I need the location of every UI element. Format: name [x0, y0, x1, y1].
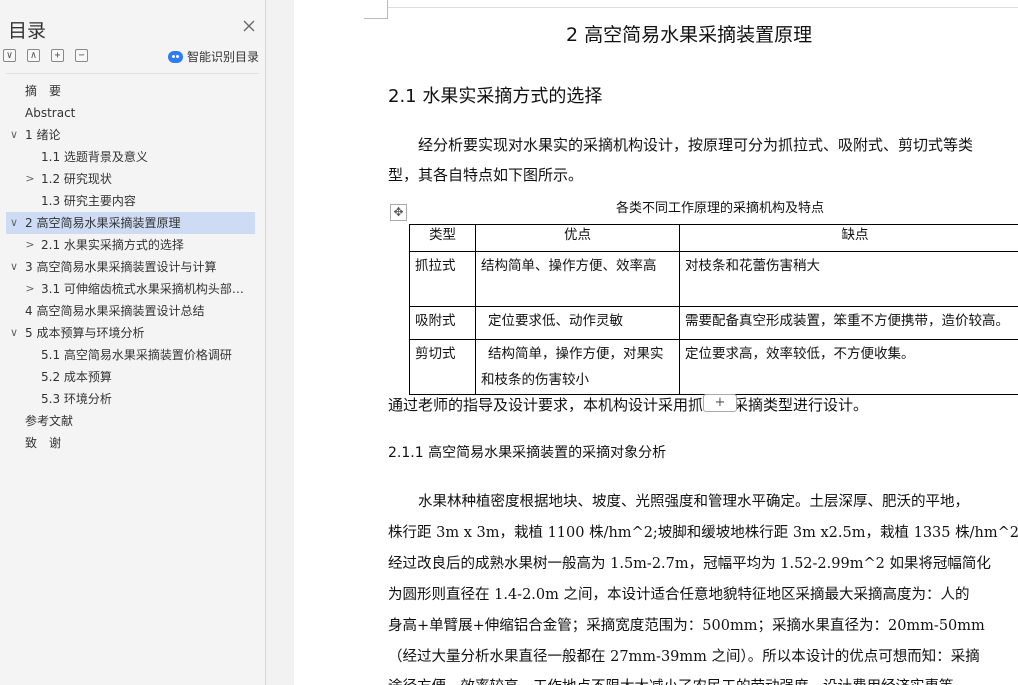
- toc-item-label: 摘 要: [25, 84, 62, 98]
- chevron-down-icon[interactable]: ∨: [8, 256, 20, 278]
- ai-recognize-label: 智能识别目录: [187, 50, 260, 64]
- toc-item[interactable]: ∨ 1 绪论: [6, 124, 255, 146]
- toc-sidebar: 目录 ∨ ∧ + − 智能识别目录 摘 要 Abstract ∨ 1 绪论 1.…: [0, 0, 266, 685]
- toc-item-label: 5 成本预算与环境分析: [25, 326, 145, 340]
- paragraph-text: 经过改良后的成熟水果树一般高为 1.5m-2.7m，冠幅平均为 1.52-2.9…: [388, 556, 991, 572]
- table-header-cell[interactable]: 缺点: [679, 224, 1018, 252]
- paragraph-text: 株行距 3m x 3m，栽植 1100 株/hm^2;坡脚和缓坡地株行距 3m …: [388, 525, 1018, 541]
- toc-item-label: 致 谢: [25, 436, 62, 450]
- paragraph-text: （经过大量分析水果直径一般都在 27mm-39mm 之间）。所以本设计的优点可想…: [388, 649, 980, 665]
- close-icon[interactable]: [241, 18, 257, 34]
- paragraph-text: 通过老师的指导及设计要求，本机构设计采用抓拉式采摘类型进行设计。: [388, 396, 869, 414]
- toc-item[interactable]: 摘 要: [6, 80, 255, 102]
- table-row: 剪切式 结构简单，操作方便，对果实和枝条的伤害较小 定位要求高，效率较低，不方便…: [409, 339, 1018, 395]
- toc-item[interactable]: 4 高空简易水果采摘装置设计总结: [6, 300, 255, 322]
- paragraph-text: 为圆形则直径在 1.4-2.0m 之间，本设计适合任意地貌特征地区采摘最大采摘高…: [388, 587, 970, 603]
- toc-item-label: 2 高空简易水果采摘装置原理: [25, 216, 181, 230]
- toc-divider: [6, 73, 259, 74]
- table-cell[interactable]: 结构简单、操作方便、效率高: [475, 251, 680, 307]
- table-move-icon[interactable]: ✥: [390, 204, 407, 221]
- chevron-down-icon[interactable]: ∨: [8, 124, 20, 146]
- toc-item-label: 1.3 研究主要内容: [41, 194, 136, 208]
- chevron-right-icon[interactable]: >: [24, 278, 36, 300]
- subsection-heading: 2.1.1 高空简易水果采摘装置的采摘对象分析: [388, 445, 667, 461]
- chevron-down-icon[interactable]: ∨: [8, 322, 20, 344]
- page-header-line: [388, 7, 1018, 8]
- table-header-cell[interactable]: 优点: [475, 224, 680, 252]
- chevron-right-icon[interactable]: >: [24, 168, 36, 190]
- table-row: 抓拉式 结构简单、操作方便、效率高 对枝条和花蕾伤害稍大: [409, 251, 1018, 307]
- table-row: 吸附式 定位要求低、动作灵敏 需要配备真空形成装置，笨重不方便携带，造价较高。: [409, 306, 1018, 340]
- table-cell[interactable]: 抓拉式: [409, 251, 476, 307]
- toc-item[interactable]: > 2.1 水果实采摘方式的选择: [6, 234, 255, 256]
- toc-item-label: 5.3 环境分析: [41, 392, 112, 406]
- toc-title: 目录: [8, 20, 47, 42]
- table-cell[interactable]: 定位要求低、动作灵敏: [475, 306, 680, 340]
- comparison-table[interactable]: 类型 优点 缺点 抓拉式 结构简单、操作方便、效率高 对枝条和花蕾伤害稍大 吸附…: [409, 224, 1018, 395]
- toc-item-label: Abstract: [25, 106, 76, 120]
- chevron-down-icon[interactable]: ∨: [8, 212, 20, 234]
- paragraph-text: 型，其各自特点如下图所示。: [388, 166, 584, 184]
- toc-item[interactable]: > 3.1 可伸缩齿梳式水果采摘机构头部…: [6, 278, 255, 300]
- toc-item-label: 4 高空简易水果采摘装置设计总结: [25, 304, 205, 318]
- toc-item[interactable]: ∨ 5 成本预算与环境分析: [6, 322, 255, 344]
- table-cell[interactable]: 剪切式: [409, 339, 476, 395]
- toc-item-label: 3.1 可伸缩齿梳式水果采摘机构头部…: [41, 282, 244, 296]
- paragraph-text: 水果林种植密度根据地块、坡度、光照强度和管理水平确定。土层深厚、肥沃的平地，: [418, 494, 969, 510]
- add-heading-button[interactable]: +: [51, 49, 64, 62]
- add-row-button[interactable]: +: [703, 394, 737, 412]
- expand-all-button[interactable]: ∧: [27, 49, 40, 62]
- toc-item[interactable]: 1.1 选题背景及意义: [6, 146, 255, 168]
- toc-item-label: 3 高空简易水果采摘装置设计与计算: [25, 260, 217, 274]
- remove-heading-button[interactable]: −: [75, 49, 88, 62]
- document-margin-strip: [266, 0, 294, 685]
- paragraph-text: 经分析要实现对水果实的采摘机构设计，按原理可分为抓拉式、吸附式、剪切式等类: [418, 136, 974, 154]
- ai-icon: [168, 50, 183, 63]
- table-cell[interactable]: 结构简单，操作方便，对果实和枝条的伤害较小: [475, 339, 680, 395]
- table-cell[interactable]: 吸附式: [409, 306, 476, 340]
- toc-item-label: 1.1 选题背景及意义: [41, 150, 148, 164]
- toc-item[interactable]: Abstract: [6, 102, 255, 124]
- toc-item[interactable]: 1.3 研究主要内容: [6, 190, 255, 212]
- toc-item[interactable]: 致 谢: [6, 432, 255, 454]
- table-header-cell[interactable]: 类型: [409, 224, 476, 252]
- page-corner-mark: [364, 0, 388, 19]
- toc-item-label: 2.1 水果实采摘方式的选择: [41, 238, 184, 252]
- toc-item-label: 参考文献: [25, 414, 74, 428]
- toc-item-label: 5.1 高空简易水果采摘装置价格调研: [41, 348, 232, 362]
- toc-item-selected[interactable]: ∨ 2 高空简易水果采摘装置原理: [6, 212, 255, 234]
- table-cell[interactable]: 定位要求高，效率较低，不方便收集。: [679, 339, 1018, 395]
- toc-item[interactable]: 5.1 高空简易水果采摘装置价格调研: [6, 344, 255, 366]
- toc-item-label: 1.2 研究现状: [41, 172, 112, 186]
- section-heading: 2.1 水果实采摘方式的选择: [388, 86, 603, 107]
- table-cell[interactable]: 需要配备真空形成装置，笨重不方便携带，造价较高。: [679, 306, 1018, 340]
- paragraph-text: 途径方便，效率较高，工作地点不限大大减小了农民工的劳动强度，设计费用经济实惠等: [388, 675, 954, 685]
- toc-item[interactable]: ∨ 3 高空简易水果采摘装置设计与计算: [6, 256, 255, 278]
- toc-item[interactable]: 5.2 成本预算: [6, 366, 255, 388]
- document-page[interactable]: 2 高空简易水果采摘装置原理 2.1 水果实采摘方式的选择 经分析要实现对水果实…: [294, 0, 1018, 685]
- toc-item-label: 5.2 成本预算: [41, 370, 112, 384]
- ai-recognize-toc-button[interactable]: 智能识别目录: [168, 48, 259, 65]
- collapse-all-button[interactable]: ∨: [3, 49, 16, 62]
- table-header-row: 类型 优点 缺点: [409, 224, 1018, 252]
- table-caption: 各类不同工作原理的采摘机构及特点: [616, 201, 825, 216]
- document-area[interactable]: 2 高空简易水果采摘装置原理 2.1 水果实采摘方式的选择 经分析要实现对水果实…: [266, 0, 1018, 685]
- chapter-heading: 2 高空简易水果采摘装置原理: [566, 24, 813, 46]
- table-cell[interactable]: 对枝条和花蕾伤害稍大: [679, 251, 1018, 307]
- toc-item[interactable]: 参考文献: [6, 410, 255, 432]
- paragraph-text: 身高+单臂展+伸缩铝合金管；采摘宽度范围为：500mm；采摘水果直径为：20mm…: [388, 618, 985, 634]
- toc-item-label: 1 绪论: [25, 128, 61, 142]
- toc-item[interactable]: > 1.2 研究现状: [6, 168, 255, 190]
- chevron-right-icon[interactable]: >: [24, 234, 36, 256]
- toc-item[interactable]: 5.3 环境分析: [6, 388, 255, 410]
